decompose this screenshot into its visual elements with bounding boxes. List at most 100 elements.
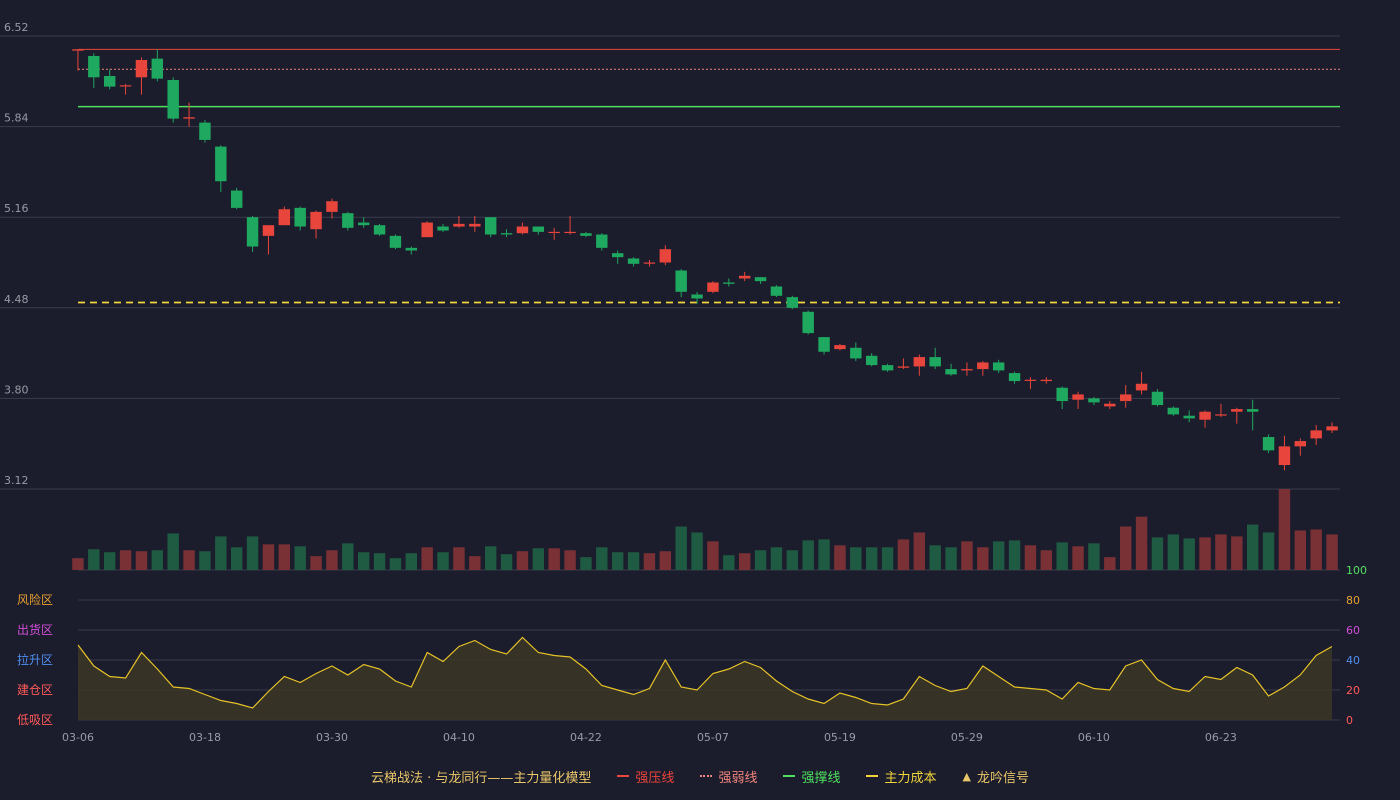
- triangle-icon: ▲: [962, 769, 971, 783]
- legend-item-pressure[interactable]: 强压线: [617, 767, 674, 786]
- volume-bar: [72, 558, 84, 570]
- indicator-tick-label: 40: [1346, 654, 1360, 667]
- candle-body: [865, 355, 878, 366]
- candle-body: [897, 366, 910, 368]
- candle-body: [246, 217, 259, 247]
- candle-body: [342, 213, 354, 228]
- volume-bar: [707, 541, 719, 570]
- volume-bar: [1151, 537, 1164, 570]
- volume-bar: [929, 545, 941, 570]
- volume-bar: [357, 552, 370, 570]
- volume-bar: [532, 548, 545, 570]
- price-tick-label: 5.84: [4, 112, 29, 125]
- candle-body: [469, 223, 481, 227]
- volume-bar: [643, 553, 656, 570]
- zone-label: 建仓区: [17, 683, 53, 697]
- candle-body: [659, 249, 672, 263]
- volume-bars: [72, 489, 1338, 570]
- indicator-tick-label: 20: [1346, 684, 1360, 697]
- candle-body: [135, 59, 148, 78]
- volume-bar: [1294, 530, 1307, 570]
- candle-body: [1008, 373, 1021, 382]
- legend-item-support[interactable]: 强撑线: [783, 767, 840, 786]
- volume-bar: [183, 550, 195, 570]
- candle-body: [643, 262, 656, 264]
- legend-label: 强压线: [635, 770, 675, 786]
- candle-body: [516, 226, 529, 234]
- volume-bar: [1135, 516, 1148, 570]
- volume-bar: [770, 547, 783, 570]
- zone-label: 风险区: [17, 592, 53, 607]
- candle-body: [183, 117, 195, 119]
- volume-bar: [738, 553, 751, 570]
- volume-bar: [103, 552, 116, 570]
- legend-item-signal[interactable]: ▲ 龙吟信号: [962, 767, 1028, 786]
- volume-bar: [596, 547, 608, 570]
- zone-label: 出货区: [17, 622, 53, 637]
- volume-bar: [1008, 540, 1021, 570]
- volume-bar: [373, 553, 386, 570]
- volume-bar: [421, 547, 433, 570]
- line-icon: [617, 775, 630, 777]
- volume-bar: [977, 547, 989, 570]
- candle-body: [992, 362, 1005, 371]
- candle-body: [1215, 414, 1227, 416]
- candle-body: [1246, 409, 1259, 412]
- legend-title: 云梯战法 · 与龙同行——主力量化模型: [371, 770, 592, 786]
- candle-body: [913, 357, 926, 367]
- volume-bar: [151, 550, 164, 570]
- candle-body: [1088, 398, 1100, 403]
- candle-body: [294, 207, 306, 227]
- candle-body: [1231, 409, 1243, 412]
- volume-bar: [818, 539, 830, 570]
- volume-bar: [1278, 489, 1291, 570]
- line-icon: [866, 775, 879, 777]
- legend-label: 龙吟信号: [976, 770, 1029, 786]
- volume-bar: [389, 558, 402, 570]
- volume-bar: [627, 552, 640, 570]
- candle-body: [167, 79, 179, 119]
- candle-body: [389, 235, 402, 248]
- candle-body: [1326, 426, 1338, 431]
- legend-label: 强撑线: [801, 770, 841, 786]
- volume-bar: [310, 556, 322, 570]
- volume-bar: [1104, 557, 1116, 570]
- volume-bar: [865, 547, 878, 570]
- candle-body: [580, 233, 592, 236]
- candle-body: [326, 201, 338, 212]
- volume-bar: [246, 536, 259, 570]
- volume-bar: [469, 556, 481, 570]
- candle-body: [421, 222, 433, 238]
- indicator-tick-label: 100: [1346, 564, 1367, 577]
- price-tick-label: 3.80: [4, 383, 29, 396]
- candle-body: [1040, 379, 1053, 382]
- candle-body: [1167, 407, 1180, 415]
- candle-body: [310, 211, 322, 230]
- volume-bar: [437, 552, 449, 570]
- candle-body: [72, 49, 84, 51]
- candle-body: [1072, 394, 1084, 400]
- volume-bar: [1167, 534, 1180, 570]
- legend-item-weak[interactable]: 强弱线: [700, 767, 757, 786]
- volume-bar: [897, 539, 910, 570]
- candle-body: [945, 369, 957, 375]
- legend-item-cost[interactable]: 主力成本: [866, 767, 936, 786]
- volume-bar: [945, 547, 957, 570]
- volume-bar: [342, 543, 354, 570]
- legend: 云梯战法 · 与龙同行——主力量化模型 强压线 强弱线 强撑线 主力成本 ▲ 龙…: [0, 765, 1400, 787]
- x-tick-label: 06-23: [1205, 731, 1237, 744]
- indicator-area: [78, 637, 1332, 720]
- volume-bar: [961, 541, 973, 570]
- volume-bar: [262, 544, 275, 570]
- volume-bar: [119, 550, 132, 570]
- line-icon: [700, 775, 713, 777]
- candle-body: [1151, 391, 1164, 406]
- candle-body: [453, 223, 465, 227]
- volume-bar: [881, 547, 894, 570]
- zone-label: 低吸区: [17, 713, 53, 727]
- price-tick-label: 4.48: [4, 293, 29, 306]
- volume-bar: [659, 551, 672, 570]
- zone-label: 拉升区: [17, 652, 53, 667]
- indicator-panel: [77, 636, 1333, 720]
- candle-body: [818, 337, 830, 352]
